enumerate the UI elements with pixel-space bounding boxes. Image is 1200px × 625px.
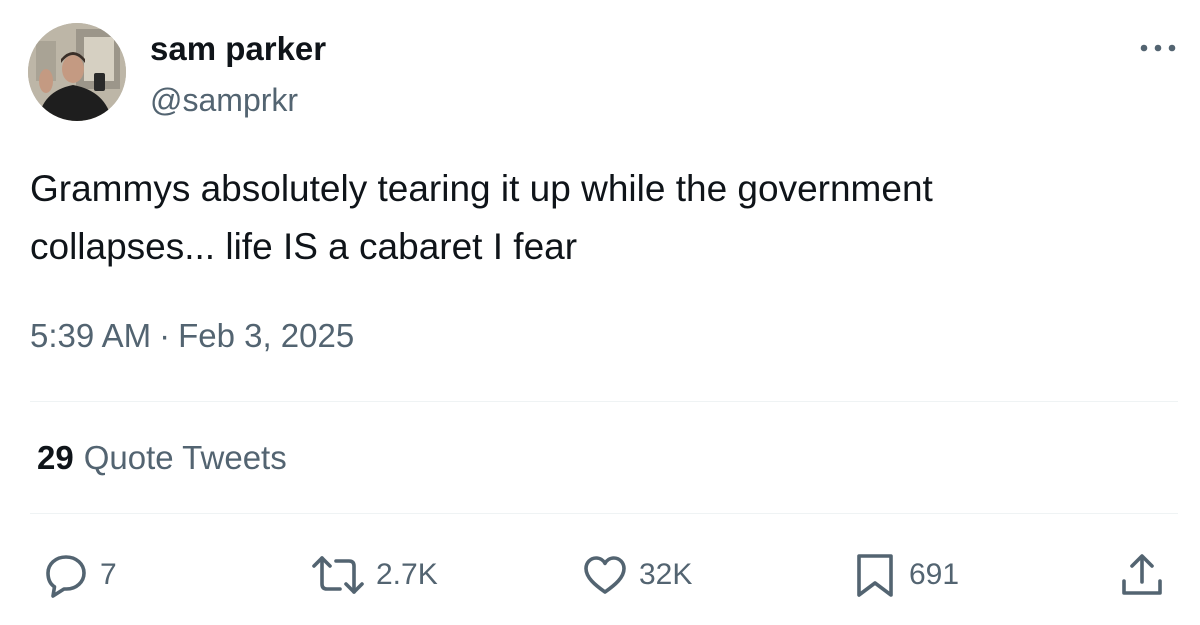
share-upload-icon bbox=[1122, 554, 1162, 595]
tweet-card: sam parker @samprkr Grammys absolutely t… bbox=[0, 0, 1200, 625]
reply-button[interactable]: 7 bbox=[42, 548, 117, 602]
quote-tweets-label: Quote Tweets bbox=[83, 439, 287, 476]
reply-count: 7 bbox=[100, 558, 117, 591]
retweet-arrows-icon bbox=[312, 556, 364, 594]
like-count: 32K bbox=[639, 558, 693, 591]
tweet-text-line: collapses... life IS a cabaret I fear bbox=[30, 226, 578, 267]
quote-tweets-link[interactable]: 29 Quote Tweets bbox=[37, 438, 287, 478]
heart-icon bbox=[584, 556, 626, 594]
retweet-count: 2.7K bbox=[376, 558, 438, 591]
bookmark-icon bbox=[857, 554, 893, 597]
more-options-button[interactable] bbox=[1138, 36, 1178, 60]
tweet-time: 5:39 AM bbox=[30, 317, 152, 354]
tweet-timestamp[interactable]: 5:39 AM · Feb 3, 2025 bbox=[30, 316, 354, 356]
timestamp-separator: · bbox=[159, 317, 171, 354]
bookmark-button[interactable]: 691 bbox=[851, 548, 959, 602]
tweet-text-line: Grammys absolutely tearing it up while t… bbox=[30, 168, 933, 209]
like-button[interactable]: 32K bbox=[581, 548, 692, 602]
share-button[interactable] bbox=[1118, 548, 1166, 602]
author-handle[interactable]: @samprkr bbox=[150, 82, 298, 118]
quote-tweets-count: 29 bbox=[37, 439, 74, 476]
avatar[interactable] bbox=[28, 23, 126, 121]
divider bbox=[30, 513, 1178, 514]
retweet-button[interactable]: 2.7K bbox=[310, 548, 438, 602]
tweet-text: Grammys absolutely tearing it up while t… bbox=[30, 160, 1160, 276]
avatar-photo bbox=[28, 23, 126, 121]
author-name[interactable]: sam parker bbox=[150, 30, 326, 68]
divider bbox=[30, 401, 1178, 402]
tweet-date: Feb 3, 2025 bbox=[178, 317, 355, 354]
more-horizontal-icon bbox=[1140, 44, 1176, 52]
speech-bubble-icon bbox=[46, 555, 86, 598]
bookmark-count: 691 bbox=[909, 558, 960, 591]
